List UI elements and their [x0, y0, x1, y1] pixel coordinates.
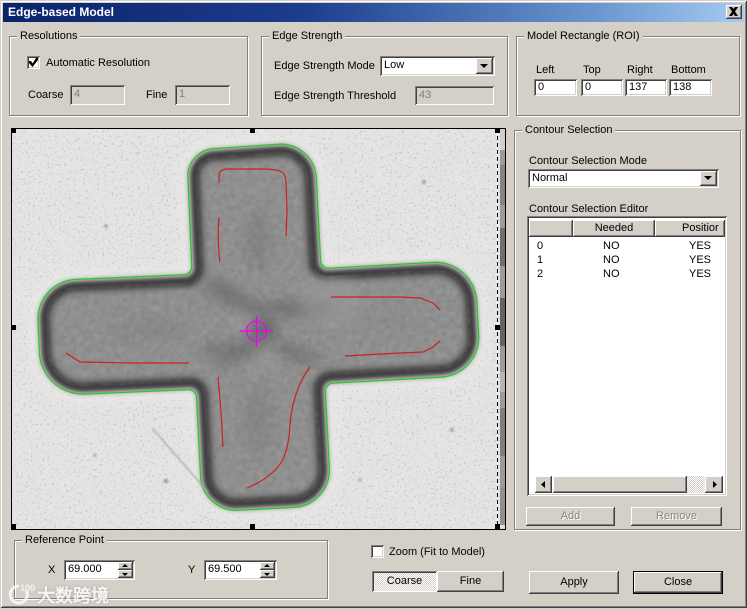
svg-text:100: 100: [20, 583, 35, 593]
svg-text:大数跨境: 大数跨境: [37, 585, 109, 606]
